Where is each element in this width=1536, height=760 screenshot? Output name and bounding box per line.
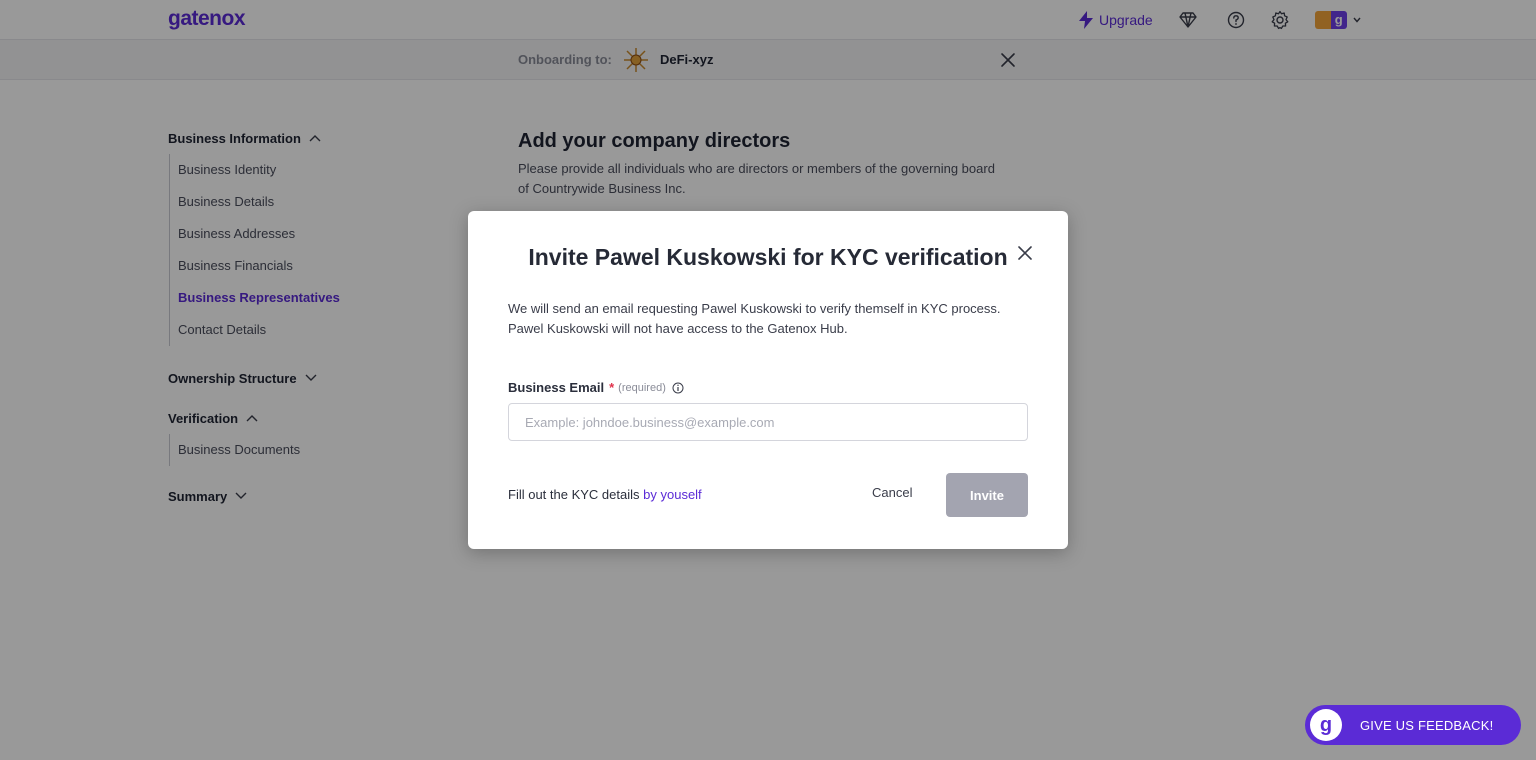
- self-fill-text: Fill out the KYC details by youself: [508, 487, 702, 502]
- required-asterisk: *: [609, 380, 615, 395]
- business-email-input[interactable]: [508, 403, 1028, 441]
- modal-title: Invite Pawel Kuskowski for KYC verificat…: [528, 244, 1008, 270]
- gatenox-g-icon: g: [1310, 709, 1342, 741]
- business-email-label: Business Email * (required): [508, 380, 684, 395]
- close-icon[interactable]: [1016, 244, 1034, 262]
- feedback-label: GIVE US FEEDBACK!: [1360, 717, 1494, 733]
- invite-kyc-modal: Invite Pawel Kuskowski for KYC verificat…: [468, 211, 1068, 549]
- invite-button[interactable]: Invite: [946, 473, 1028, 517]
- cancel-button[interactable]: Cancel: [872, 485, 912, 500]
- field-label-text: Business Email: [508, 380, 605, 395]
- modal-description: We will send an email requesting Pawel K…: [508, 301, 1001, 336]
- fill-by-yourself-link[interactable]: by youself: [643, 487, 702, 502]
- required-hint: (required): [618, 381, 666, 394]
- feedback-button[interactable]: g GIVE US FEEDBACK!: [1305, 705, 1521, 745]
- self-fill-prefix: Fill out the KYC details: [508, 487, 640, 502]
- info-icon[interactable]: [672, 382, 684, 394]
